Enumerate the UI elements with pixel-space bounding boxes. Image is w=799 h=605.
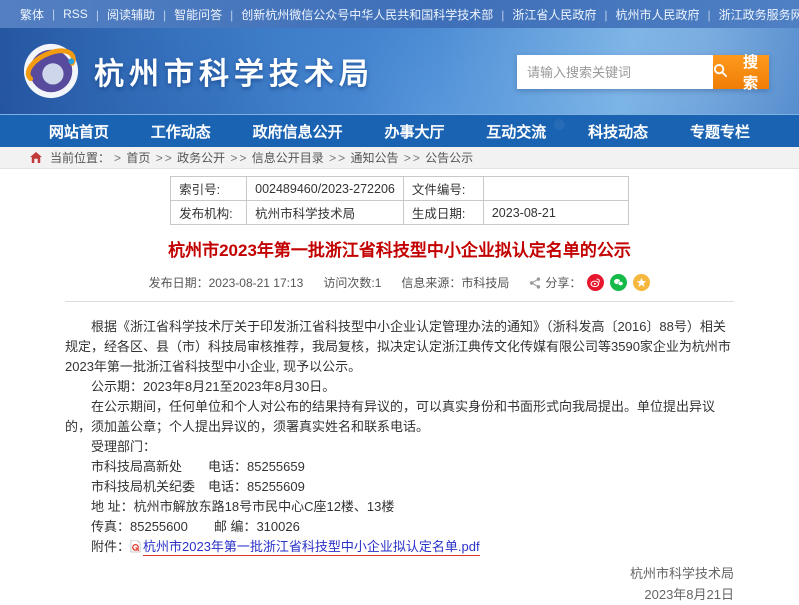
breadcrumb: 当前位置： 首页政务公开信息公开目录通知公告公告公示 bbox=[0, 147, 799, 169]
attachment-label: 附件： bbox=[91, 539, 130, 554]
breadcrumb-item[interactable]: 通知公告 bbox=[336, 151, 411, 165]
visit-count-label: 访问次数: bbox=[323, 274, 374, 291]
site-header: 杭州市科学技术局 搜 索 bbox=[0, 28, 799, 115]
search-button[interactable]: 搜 索 bbox=[713, 55, 769, 89]
topbar-link[interactable]: 浙江政务服务网 bbox=[700, 6, 799, 23]
search-icon bbox=[713, 63, 728, 82]
index-label: 索引号: bbox=[171, 177, 247, 201]
attachment-row: 附件： 杭州市2023年第一批浙江省科技型中小企业拟认定名单.pdf bbox=[65, 537, 734, 557]
article-body: 根据《浙江省科学技术厅关于印发浙江省科技型中小企业认定管理办法的通知》（浙科发高… bbox=[65, 317, 734, 537]
breadcrumb-item[interactable]: 信息公开目录 bbox=[237, 151, 336, 165]
visit-count: 访问次数: 1 bbox=[323, 274, 381, 291]
publish-date-value: 2023-08-21 17:13 bbox=[209, 276, 304, 290]
topbar-link[interactable]: 浙江省人民政府 bbox=[493, 6, 596, 23]
visit-count-value: 1 bbox=[375, 276, 382, 290]
article-title: 杭州市2023年第一批浙江省科技型中小企业拟认定名单的公示 bbox=[65, 236, 734, 261]
breadcrumb-label: 当前位置： bbox=[50, 149, 110, 166]
paragraph: 公示期：2023年8月21至2023年8月30日。 bbox=[65, 377, 734, 397]
topbar-link[interactable]: 繁体 bbox=[20, 6, 44, 23]
topbar-link[interactable]: RSS bbox=[44, 7, 88, 21]
breadcrumb-item[interactable]: 公告公示 bbox=[411, 151, 473, 165]
publisher-label: 发布机构: bbox=[171, 201, 247, 225]
signature-block: 杭州市科学技术局 2023年8月21日 bbox=[65, 563, 734, 605]
pdf-icon bbox=[130, 540, 141, 553]
publisher-value: 杭州市科学技术局 bbox=[247, 201, 404, 225]
main-nav: 网站首页 工作动态 政府信息公开 办事大厅 互动交流 科技动态 专题专栏 bbox=[0, 115, 799, 147]
qzone-share-icon[interactable] bbox=[633, 274, 650, 291]
file-no-label: 文件编号: bbox=[403, 177, 483, 201]
nav-item[interactable]: 科技动态 bbox=[588, 121, 648, 142]
topbar-link[interactable]: 智能问答 bbox=[155, 6, 222, 23]
search-bar: 搜 索 bbox=[517, 55, 769, 89]
nav-item[interactable]: 网站首页 bbox=[49, 121, 109, 142]
paragraph: 传真：85255600 邮 编：310026 bbox=[65, 517, 734, 537]
topbar-link[interactable]: 中华人民共和国科学技术部 bbox=[349, 6, 493, 23]
share-icon bbox=[529, 277, 541, 289]
topbar-link[interactable]: 阅读辅助 bbox=[88, 6, 155, 23]
paragraph: 地 址：杭州市解放东路18号市民中心C座12楼、13楼 bbox=[65, 497, 734, 517]
paragraph: 市科技局高新处 电话：85255659 bbox=[65, 457, 734, 477]
topbar-left-links: 繁体RSS阅读辅助智能问答创新杭州微信公众号 bbox=[20, 6, 349, 23]
home-icon[interactable] bbox=[30, 152, 42, 163]
nav-item[interactable]: 办事大厅 bbox=[384, 121, 444, 142]
share-label: 分享： bbox=[545, 274, 581, 291]
search-input[interactable] bbox=[517, 55, 713, 89]
bureau-logo[interactable] bbox=[22, 42, 80, 100]
file-no-value bbox=[483, 177, 628, 201]
article-meta: 发布日期： 2023-08-21 17:13 访问次数: 1 信息来源： 市科技… bbox=[65, 274, 734, 302]
breadcrumb-items: 首页政务公开信息公开目录通知公告公告公示 bbox=[112, 149, 473, 166]
nav-item[interactable]: 专题专栏 bbox=[690, 121, 750, 142]
info-source-label: 信息来源： bbox=[401, 274, 461, 291]
topbar: 繁体RSS阅读辅助智能问答创新杭州微信公众号 中华人民共和国科学技术部浙江省人民… bbox=[0, 0, 799, 28]
weibo-share-icon[interactable] bbox=[587, 274, 604, 291]
paragraph: 市科技局机关纪委 电话：85255609 bbox=[65, 477, 734, 497]
publish-date: 发布日期： 2023-08-21 17:13 bbox=[149, 274, 304, 291]
index-value: 002489460/2023-272206 bbox=[247, 177, 404, 201]
gen-date-label: 生成日期: bbox=[403, 201, 483, 225]
topbar-right-links: 中华人民共和国科学技术部浙江省人民政府杭州市人民政府浙江政务服务网用户中心 bbox=[349, 6, 799, 23]
paragraph: 根据《浙江省科学技术厅关于印发浙江省科技型中小企业认定管理办法的通知》（浙科发高… bbox=[65, 317, 734, 377]
doc-info-table: 索引号: 002489460/2023-272206 文件编号: 发布机构: 杭… bbox=[170, 176, 629, 225]
page: 繁体RSS阅读辅助智能问答创新杭州微信公众号 中华人民共和国科学技术部浙江省人民… bbox=[0, 0, 799, 574]
paragraph: 在公示期间，任何单位和个人对公布的结果持有异议的，可以真实身份和书面形式向我局提… bbox=[65, 397, 734, 437]
topbar-link[interactable]: 创新杭州微信公众号 bbox=[222, 6, 349, 23]
signature-date: 2023年8月21日 bbox=[65, 584, 734, 605]
info-source-value: 市科技局 bbox=[461, 274, 509, 291]
nav-item[interactable]: 政府信息公开 bbox=[253, 121, 343, 142]
share-group: 分享： bbox=[529, 274, 650, 291]
paragraph: 受理部门： bbox=[65, 437, 734, 457]
publish-date-label: 发布日期： bbox=[149, 274, 209, 291]
breadcrumb-item[interactable]: 政务公开 bbox=[163, 151, 238, 165]
nav-item[interactable]: 工作动态 bbox=[151, 121, 211, 142]
breadcrumb-item[interactable]: 首页 bbox=[112, 151, 163, 165]
site-title: 杭州市科学技术局 bbox=[94, 49, 374, 93]
info-source: 信息来源： 市科技局 bbox=[401, 274, 509, 291]
nav-item[interactable]: 互动交流 bbox=[486, 121, 546, 142]
topbar-link[interactable]: 杭州市人民政府 bbox=[596, 6, 699, 23]
content-area: 索引号: 002489460/2023-272206 文件编号: 发布机构: 杭… bbox=[0, 169, 799, 605]
attachment-link[interactable]: 杭州市2023年第一批浙江省科技型中小企业拟认定名单.pdf bbox=[143, 539, 480, 556]
search-button-label: 搜 索 bbox=[734, 51, 769, 93]
wechat-share-icon[interactable] bbox=[610, 274, 627, 291]
gen-date-value: 2023-08-21 bbox=[483, 201, 628, 225]
